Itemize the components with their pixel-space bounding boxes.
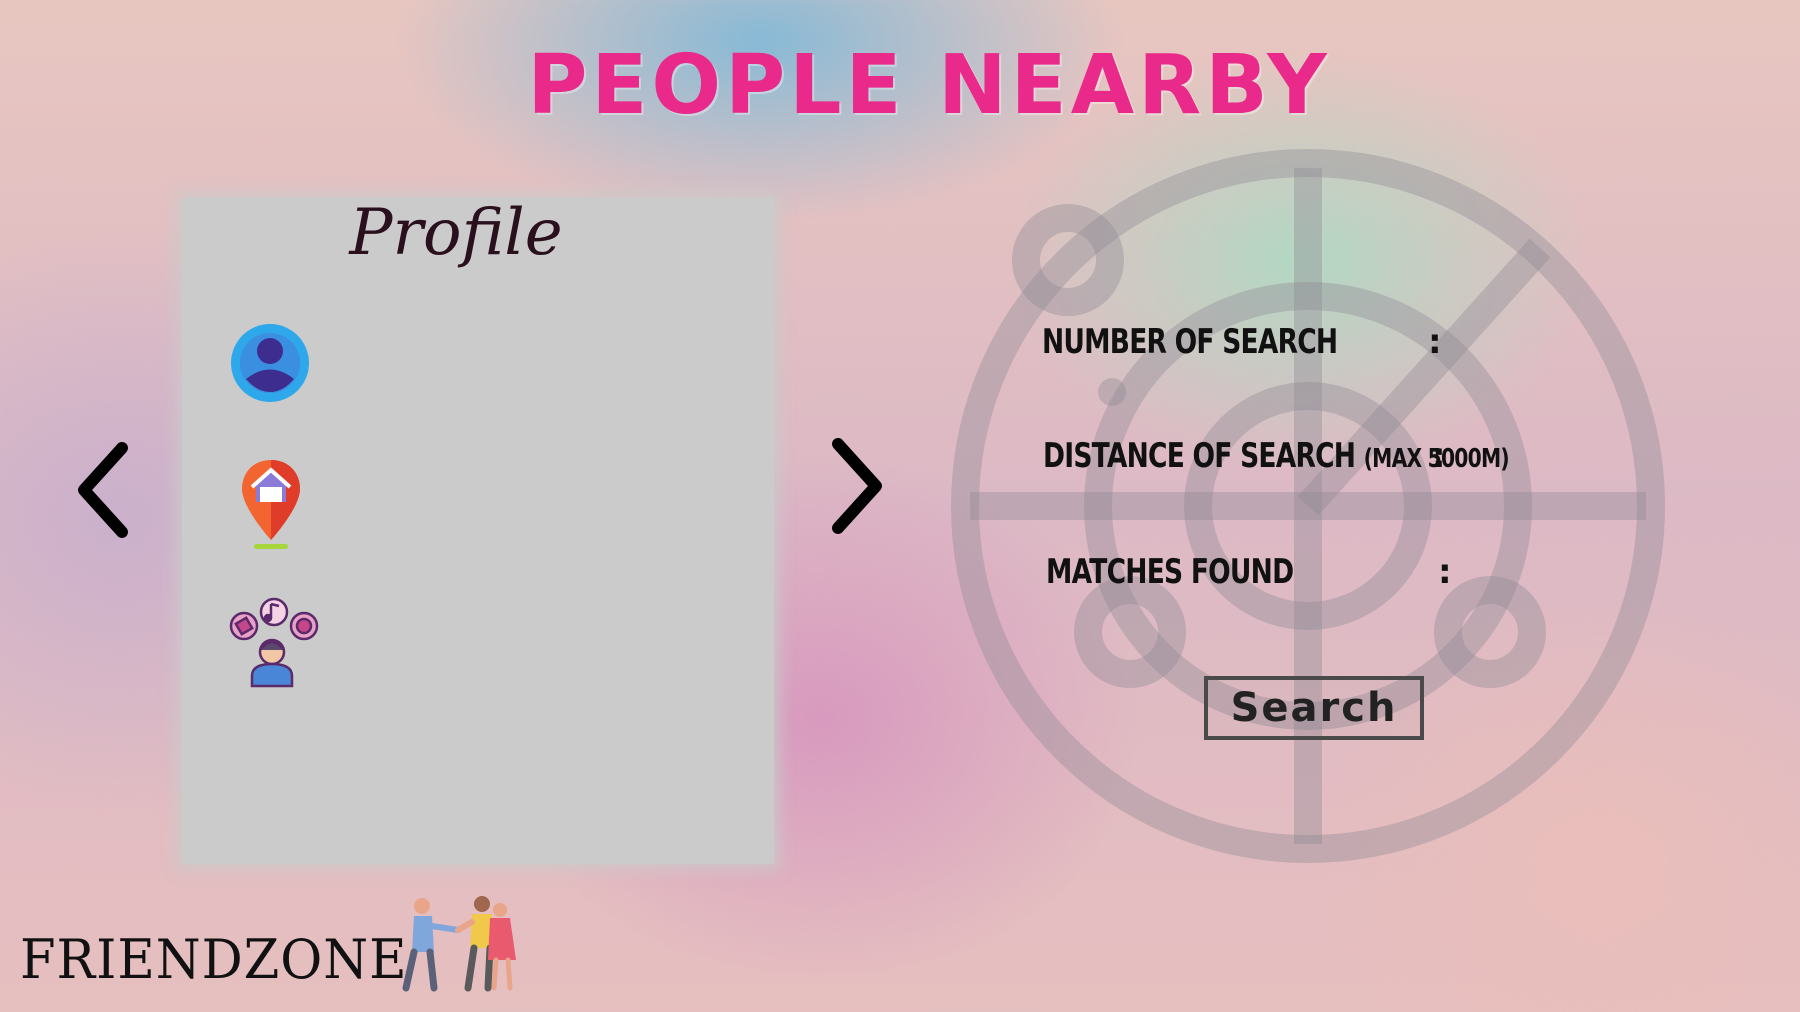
radar-icon — [951, 149, 1665, 863]
people-holding-hands-icon — [402, 896, 516, 992]
search-button[interactable]: Search — [1204, 676, 1424, 740]
distance-of-search-text: DISTANCE OF SEARCH — [1043, 436, 1356, 476]
user-avatar-icon[interactable] — [231, 324, 309, 402]
chevron-left-icon[interactable] — [74, 442, 134, 538]
brand-name: FRIENDZONE — [20, 928, 408, 991]
chevron-right-icon[interactable] — [826, 438, 886, 534]
matches-found-text: MATCHES FOUND — [1046, 552, 1294, 592]
number-of-search-text: NUMBER OF SEARCH — [1042, 322, 1338, 362]
page-title: PEOPLE NEARBY — [527, 38, 1331, 133]
home-location-pin-icon[interactable] — [240, 458, 302, 552]
profile-panel: Profile — [182, 196, 774, 864]
number-of-search-separator: : — [1428, 322, 1442, 362]
profile-title: Profile — [349, 196, 563, 270]
number-of-search-label: NUMBER OF SEARCH — [1042, 322, 1338, 362]
matches-found-separator: : — [1438, 552, 1452, 592]
matches-found-label: MATCHES FOUND — [1046, 552, 1294, 592]
distance-of-search-separator: : — [1432, 436, 1446, 476]
interests-icon[interactable] — [224, 596, 320, 688]
